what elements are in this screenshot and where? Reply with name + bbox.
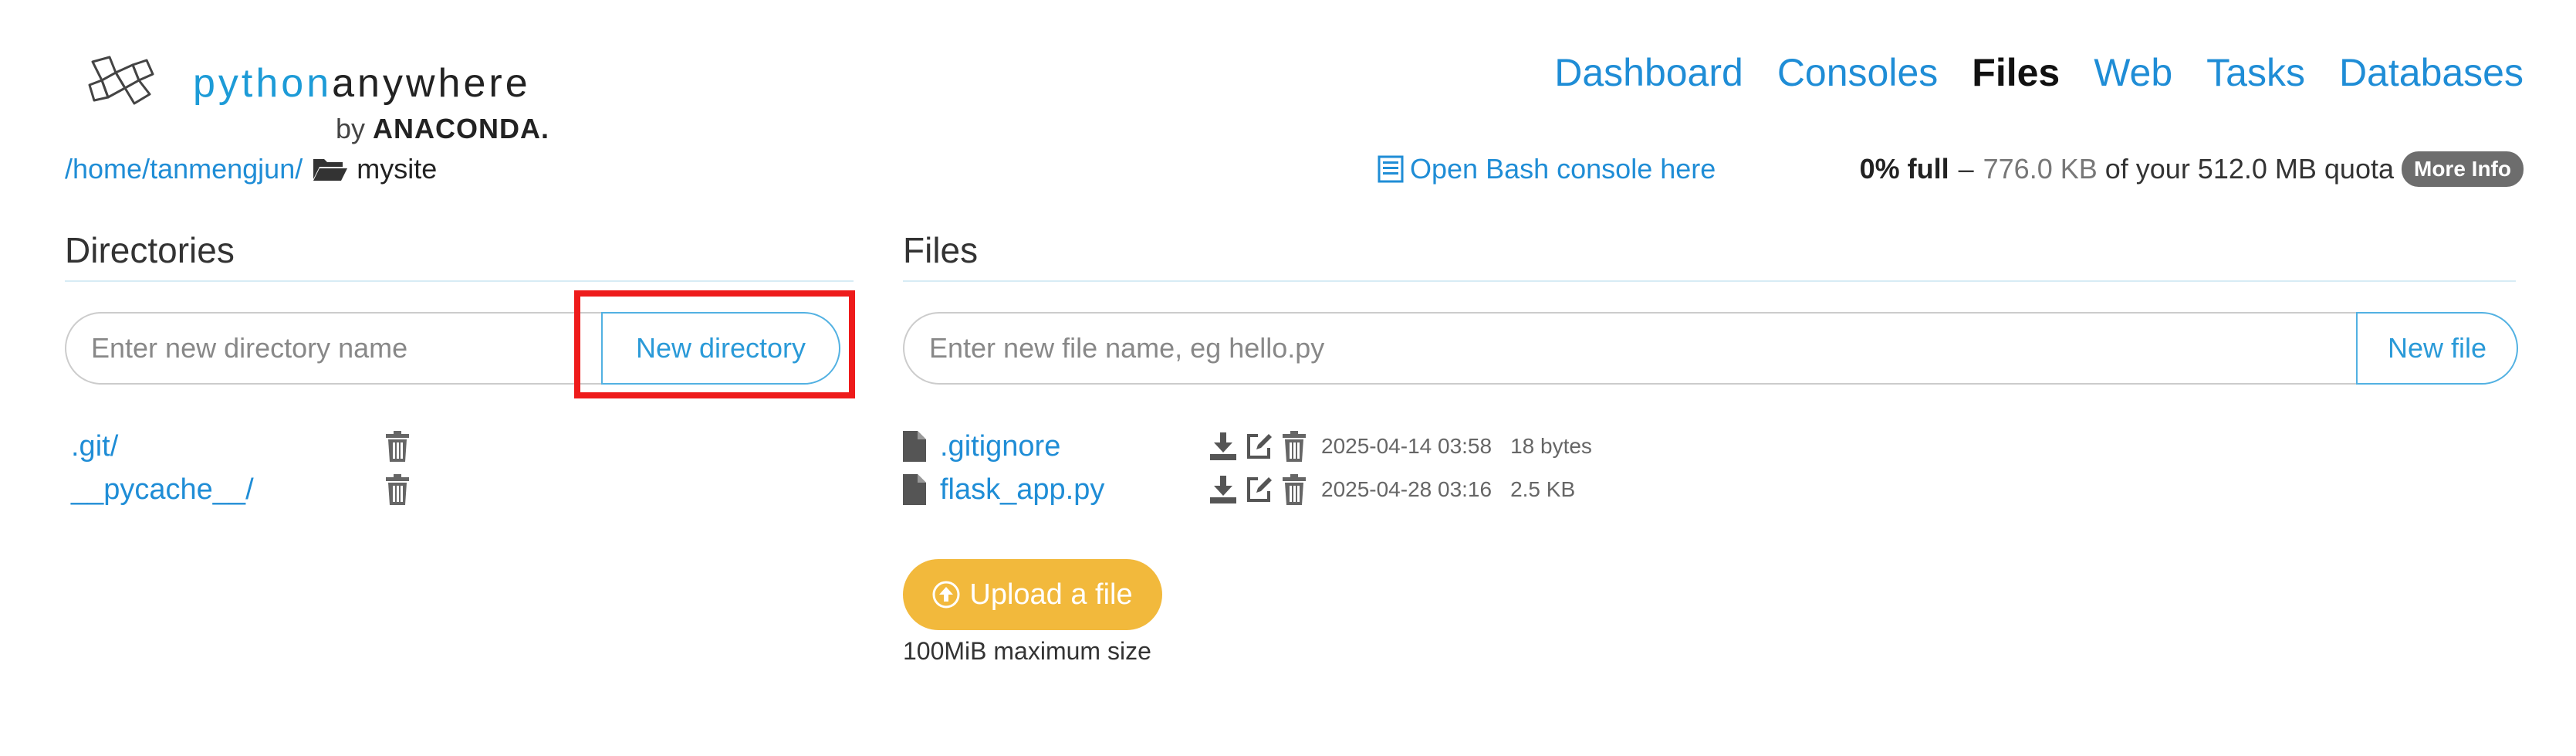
quota-dash: – [1958, 153, 1974, 185]
storage-quota: 0% full – 776.0 KB of your 512.0 MB quot… [1860, 150, 2524, 188]
directory-link[interactable]: .git/ [71, 430, 118, 463]
directory-list: .git/ __pycache__/ [71, 425, 426, 511]
file-meta: 2025-04-28 03:16 2.5 KB [1321, 477, 1575, 502]
breadcrumb-user[interactable]: tanmengjun [150, 151, 295, 187]
nav-files[interactable]: Files [1972, 49, 2060, 96]
upload-file-label: Upload a file [969, 578, 1133, 611]
logo-mark-icon [88, 56, 154, 105]
trash-icon[interactable] [386, 474, 409, 505]
upload-arrow-icon [932, 581, 960, 609]
logo-wordmark: pythonanywhere [193, 60, 531, 107]
logo-by-text: by [336, 113, 366, 144]
logo-word-python: python [193, 61, 333, 106]
file-link[interactable]: .gitignore [940, 425, 1210, 468]
pythonanywhere-logo[interactable]: pythonanywhere by ANACONDA. [85, 54, 571, 147]
download-icon[interactable] [1210, 476, 1236, 503]
directories-heading: Directories [65, 230, 235, 270]
file-size: 18 bytes [1510, 434, 1592, 458]
file-list: .gitignore 2025-04-14 03:58 18 bytes fla… [903, 425, 1592, 511]
nav-web[interactable]: Web [2094, 49, 2172, 96]
download-icon[interactable] [1210, 432, 1236, 460]
trash-icon[interactable] [386, 431, 409, 462]
new-file-button[interactable]: New file [2356, 312, 2518, 385]
directory-link[interactable]: __pycache__/ [71, 473, 254, 506]
files-heading: Files [903, 230, 979, 270]
nav-consoles[interactable]: Consoles [1777, 49, 1938, 96]
quota-used: 776.0 KB [1983, 153, 2098, 185]
list-item: flask_app.py 2025-04-28 03:16 2.5 KB [903, 468, 1592, 511]
list-item: __pycache__/ [71, 468, 426, 511]
file-modified: 2025-04-28 03:16 [1321, 477, 1493, 501]
trash-icon[interactable] [1283, 431, 1306, 462]
edit-icon[interactable] [1246, 476, 1273, 503]
nav-databases[interactable]: Databases [2339, 49, 2524, 96]
file-link[interactable]: flask_app.py [940, 468, 1210, 511]
edit-icon[interactable] [1246, 432, 1273, 460]
top-nav: Dashboard Consoles Files Web Tasks Datab… [1554, 49, 2524, 96]
new-file-form: New file [903, 312, 2518, 385]
logo-company: ANACONDA. [373, 113, 550, 144]
file-size: 2.5 KB [1510, 477, 1576, 501]
nav-tasks[interactable]: Tasks [2206, 49, 2305, 96]
new-directory-input[interactable] [65, 312, 601, 385]
upload-file-button[interactable]: Upload a file [903, 559, 1162, 630]
breadcrumb-sep: / [142, 153, 150, 185]
quota-percent: 0% full [1859, 153, 1949, 185]
quota-of-text: of your 512.0 MB quota [2104, 153, 2394, 185]
terminal-icon [1378, 155, 1404, 183]
highlight-box [574, 290, 855, 398]
file-modified: 2025-04-14 03:58 [1321, 434, 1493, 458]
file-icon [903, 431, 926, 462]
files-divider [903, 280, 2516, 282]
file-actions [1210, 474, 1306, 505]
breadcrumb-sep: / [295, 153, 303, 185]
upload-size-note: 100MiB maximum size [903, 637, 1151, 665]
logo-word-anywhere: anywhere [332, 61, 531, 106]
folder-open-icon [313, 159, 348, 181]
breadcrumb-home[interactable]: /home [65, 151, 142, 187]
breadcrumb: /home / tanmengjun / mysite [65, 151, 437, 187]
trash-icon[interactable] [1283, 474, 1306, 505]
list-item: .gitignore 2025-04-14 03:58 18 bytes [903, 425, 1592, 468]
list-item: .git/ [71, 425, 426, 468]
open-bash-console-label: Open Bash console here [1410, 153, 1716, 185]
nav-dashboard[interactable]: Dashboard [1554, 49, 1743, 96]
file-meta: 2025-04-14 03:58 18 bytes [1321, 434, 1592, 459]
file-icon [903, 474, 926, 505]
new-file-input[interactable] [903, 312, 2356, 385]
more-info-badge[interactable]: More Info [2402, 151, 2524, 187]
directories-divider [65, 280, 854, 282]
breadcrumb-current: mysite [357, 153, 438, 185]
logo-byline: by ANACONDA. [336, 112, 549, 146]
open-bash-console-link[interactable]: Open Bash console here [1378, 151, 1716, 187]
file-actions [1210, 431, 1306, 462]
